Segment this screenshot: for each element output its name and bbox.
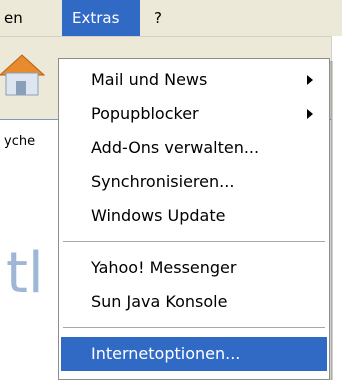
menu-bar: en Extras ?: [0, 0, 342, 37]
menu-item-mail-und-news[interactable]: Mail und News: [61, 63, 327, 97]
menu-item-label: Popupblocker: [91, 104, 199, 123]
menu-item-label: Windows Update: [91, 206, 226, 225]
menu-item-sun-java-konsole[interactable]: Sun Java Konsole: [61, 285, 327, 319]
submenu-arrow-icon: [307, 109, 313, 119]
menu-separator: [63, 327, 325, 328]
menu-item-popupblocker[interactable]: Popupblocker: [61, 97, 327, 131]
menu-item-yahoo-messenger[interactable]: Yahoo! Messenger: [61, 251, 327, 285]
home-icon[interactable]: [0, 49, 50, 97]
menu-item-label: Mail und News: [91, 70, 208, 89]
menu-item-internetoptionen[interactable]: Internetoptionen...: [61, 337, 327, 371]
page-content-partial-text: tl: [6, 241, 44, 306]
menu-item-synchronisieren[interactable]: Synchronisieren...: [61, 165, 327, 199]
menu-item-label: Yahoo! Messenger: [91, 258, 237, 277]
extras-dropdown-menu: Mail und News Popupblocker Add-Ons verwa…: [58, 58, 330, 380]
menu-extras[interactable]: Extras: [62, 0, 140, 36]
menu-item-windows-update[interactable]: Windows Update: [61, 199, 327, 233]
menu-item-label: Add-Ons verwalten...: [91, 138, 260, 157]
menu-help[interactable]: ?: [146, 0, 176, 36]
scrollbar-edge: [331, 36, 342, 380]
menu-item-label: Internetoptionen...: [91, 344, 241, 363]
menu-separator: [63, 241, 325, 242]
screen: en Extras ? yche tl Mail und News Popupb…: [0, 0, 342, 380]
menu-item-add-ons-verwalten[interactable]: Add-Ons verwalten...: [61, 131, 327, 165]
address-partial-text: yche: [4, 134, 36, 149]
menu-item-label: Synchronisieren...: [91, 172, 235, 191]
submenu-arrow-icon: [307, 75, 313, 85]
menu-item-label: Sun Java Konsole: [91, 292, 228, 311]
menu-ansicht-partial[interactable]: en: [0, 0, 48, 36]
